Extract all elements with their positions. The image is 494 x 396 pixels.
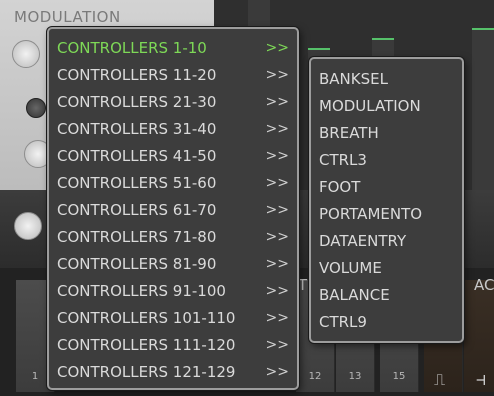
key-number: 13 [348,371,362,382]
submenu-arrow-icon: >> [265,283,289,299]
menu-item-label: CONTROLLERS 61-70 [57,201,217,219]
pulse-icon[interactable]: ⊣ [476,370,486,389]
menu-item-controllers-1-10[interactable]: CONTROLLERS 1-10 >> [57,35,289,62]
menu-item-label: CONTROLLERS 31-40 [57,120,217,138]
menu-item-label: CONTROLLERS 51-60 [57,174,217,192]
menu-item-label: CONTROLLERS 101-110 [57,309,236,327]
submenu-item-banksel[interactable]: BANKSEL [319,66,457,93]
menu-item-controllers-101-110[interactable]: CONTROLLERS 101-110 >> [57,305,289,332]
key-number: 15 [392,371,406,382]
submenu-arrow-icon: >> [265,67,289,83]
menu-item-label: CONTROLLERS 111-120 [57,336,236,354]
submenu-arrow-icon: >> [265,202,289,218]
menu-item-label: CONTROLLERS 41-50 [57,147,217,165]
submenu-item-ctrl9[interactable]: CTRL9 [319,309,457,336]
knob[interactable] [12,40,40,68]
controller-group-menu: CONTROLLERS 1-10 >> CONTROLLERS 11-20 >>… [47,27,299,390]
menu-item-controllers-41-50[interactable]: CONTROLLERS 41-50 >> [57,143,289,170]
square-wave-icon[interactable]: ⎍ [434,370,445,390]
menu-item-controllers-61-70[interactable]: CONTROLLERS 61-70 >> [57,197,289,224]
menu-item-label: CONTROLLERS 91-100 [57,282,226,300]
submenu-arrow-icon: >> [265,94,289,110]
menu-item-controllers-71-80[interactable]: CONTROLLERS 71-80 >> [57,224,289,251]
submenu-arrow-icon: >> [265,175,289,191]
submenu-item-foot[interactable]: FOOT [319,174,457,201]
submenu-arrow-icon: >> [265,229,289,245]
menu-item-label: CONTROLLERS 71-80 [57,228,217,246]
submenu-arrow-icon: >> [265,337,289,353]
menu-item-label: CONTROLLERS 21-30 [57,93,217,111]
menu-item-controllers-111-120[interactable]: CONTROLLERS 111-120 >> [57,332,289,359]
menu-item-controllers-21-30[interactable]: CONTROLLERS 21-30 >> [57,89,289,116]
section-label-modulation: MODULATION [14,8,121,26]
submenu-item-modulation[interactable]: MODULATION [319,93,457,120]
menu-item-controllers-91-100[interactable]: CONTROLLERS 91-100 >> [57,278,289,305]
controller-submenu: BANKSEL MODULATION BREATH CTRL3 FOOT POR… [309,57,464,343]
submenu-item-breath[interactable]: BREATH [319,120,457,147]
graph-bar [472,28,494,190]
submenu-arrow-icon: >> [265,256,289,272]
submenu-item-volume[interactable]: VOLUME [319,255,457,282]
submenu-item-portamento[interactable]: PORTAMENTO [319,201,457,228]
menu-item-controllers-31-40[interactable]: CONTROLLERS 31-40 >> [57,116,289,143]
submenu-arrow-icon: >> [265,121,289,137]
small-knob[interactable] [26,98,46,118]
menu-item-label: CONTROLLERS 1-10 [57,39,207,57]
tab-label[interactable]: T [298,276,307,294]
submenu-arrow-icon: >> [265,310,289,326]
menu-item-controllers-121-129[interactable]: CONTROLLERS 121-129 >> [57,359,289,386]
menu-item-label: CONTROLLERS 81-90 [57,255,217,273]
submenu-item-ctrl3[interactable]: CTRL3 [319,147,457,174]
knob[interactable] [14,212,42,240]
submenu-item-dataentry[interactable]: DATAENTRY [319,228,457,255]
submenu-arrow-icon: >> [265,148,289,164]
menu-item-controllers-51-60[interactable]: CONTROLLERS 51-60 >> [57,170,289,197]
menu-item-label: CONTROLLERS 121-129 [57,363,236,381]
submenu-arrow-icon: >> [265,364,289,380]
tab-label[interactable]: AC [474,276,494,294]
submenu-item-balance[interactable]: BALANCE [319,282,457,309]
menu-item-controllers-81-90[interactable]: CONTROLLERS 81-90 >> [57,251,289,278]
menu-item-controllers-11-20[interactable]: CONTROLLERS 11-20 >> [57,62,289,89]
submenu-arrow-icon: >> [265,40,289,56]
key-number: 12 [308,371,322,382]
menu-item-label: CONTROLLERS 11-20 [57,66,217,84]
